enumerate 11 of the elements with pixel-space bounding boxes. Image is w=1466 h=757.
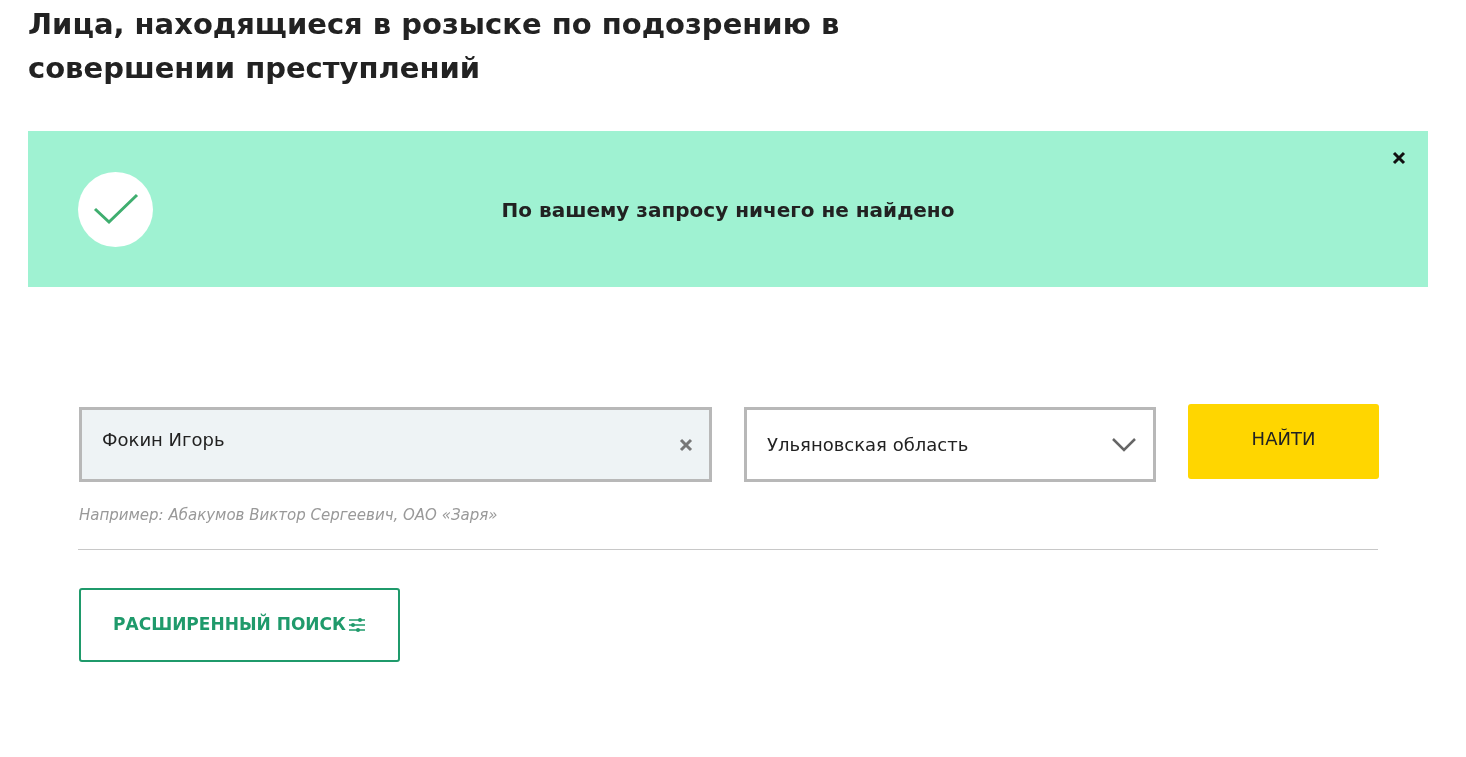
close-icon[interactable] bbox=[1392, 151, 1406, 165]
alert-message: По вашему запросу ничего не найдено bbox=[500, 197, 956, 224]
chevron-down-icon bbox=[1111, 437, 1137, 452]
page-title: Лица, находящиеся в розыске по подозрению в совершении преступлений bbox=[28, 6, 841, 87]
sliders-icon bbox=[347, 616, 366, 633]
search-field[interactable]: Фокин Игорь bbox=[79, 407, 712, 482]
clear-icon[interactable] bbox=[679, 438, 693, 452]
advanced-search-button[interactable]: РАСШИРЕННЫЙ ПОИСК bbox=[79, 587, 400, 662]
search-hint: Например: Абакумов Виктор Сергеевич, ОАО «Заря» bbox=[79, 505, 499, 526]
region-select[interactable]: Ульяновская область bbox=[744, 407, 1156, 482]
search-button[interactable]: НАЙТИ bbox=[1188, 404, 1379, 479]
